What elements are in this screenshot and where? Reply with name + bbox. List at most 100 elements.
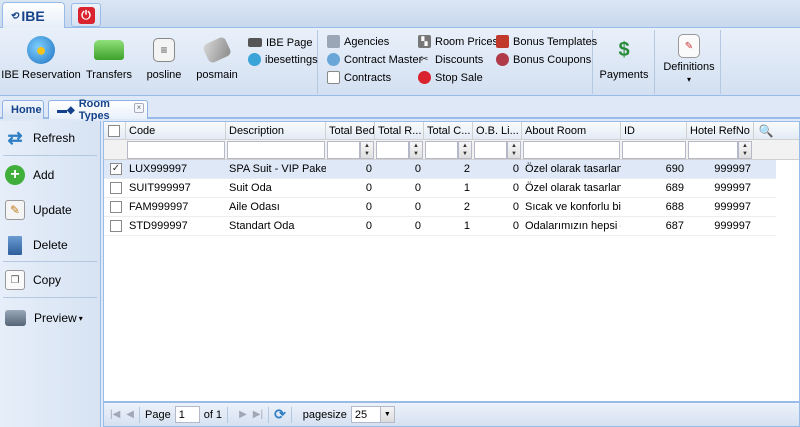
refresh-label: Refresh <box>33 131 76 145</box>
transfers-button[interactable]: Transfers <box>86 30 132 90</box>
update-button[interactable]: ✎ Update <box>5 199 72 221</box>
row-checkbox[interactable] <box>110 220 122 232</box>
hotel-refno-filter-spinner[interactable]: ▲ ▼ <box>738 141 752 159</box>
ob-li-filter-spinner[interactable]: ▲ ▼ <box>507 141 521 159</box>
total-r-filter-input[interactable] <box>376 141 409 159</box>
about-room-filter-input[interactable] <box>523 141 620 159</box>
pagesize-select[interactable]: 25 ▼ <box>350 406 395 423</box>
separator <box>3 297 97 298</box>
tab-room-types[interactable]: ▬◆ Room Types × <box>48 98 148 122</box>
discounts-button[interactable]: ✂ Discounts <box>418 51 483 68</box>
page-number-input[interactable] <box>174 406 200 423</box>
column-header-code[interactable]: Code <box>126 122 226 140</box>
contract-master-button[interactable]: Contract Master <box>327 51 422 68</box>
globe-icon: ● <box>27 36 55 64</box>
code-filter-input[interactable] <box>127 141 225 159</box>
contracts-button[interactable]: Contracts <box>327 69 391 86</box>
trash-icon <box>8 235 22 255</box>
definitions-button[interactable]: ✎ Definitions ▾ <box>660 30 718 90</box>
update-label: Update <box>33 203 72 217</box>
total-r-filter-spinner[interactable]: ▲ ▼ <box>409 141 423 159</box>
posline-button[interactable]: ≡ posline <box>145 30 183 90</box>
total-bed-filter-input[interactable] <box>327 141 360 159</box>
room-prices-button[interactable]: ▚ Room Prices <box>418 33 498 50</box>
separator <box>3 261 97 262</box>
top-tab-bar: ⟲ IBE ⏻ <box>0 0 800 29</box>
bonus-templates-label: Bonus Templates <box>513 35 598 48</box>
posmain-label: posmain <box>196 69 238 81</box>
delete-button[interactable]: Delete <box>5 234 68 256</box>
last-page-icon[interactable]: ▶| <box>253 409 263 420</box>
refresh-icon: ⇄ <box>7 127 23 148</box>
power-button[interactable]: ⏻ <box>71 3 101 27</box>
room-prices-label: Room Prices <box>435 35 498 48</box>
prev-page-icon[interactable]: ◀ <box>126 409 134 420</box>
tab-ibe[interactable]: ⟲ IBE <box>2 2 65 29</box>
document-icon <box>327 71 340 84</box>
column-header-total-bed[interactable]: Total Bed <box>326 122 375 140</box>
close-tab-icon[interactable]: × <box>134 103 144 113</box>
first-page-icon[interactable]: |◀ <box>110 409 120 420</box>
cell-ob-li: 0 <box>512 201 519 213</box>
cell-code: STD999997 <box>129 220 188 232</box>
payments-icon: $ <box>618 38 630 61</box>
agencies-button[interactable]: Agencies <box>327 33 389 50</box>
cell-about: Özel olarak tasarlan... <box>525 182 621 194</box>
tab-home[interactable]: Home <box>2 100 44 119</box>
copy-icon: ❐ <box>5 270 25 290</box>
payments-button[interactable]: $ Payments <box>599 30 649 90</box>
preview-label: Preview <box>34 311 77 325</box>
hotel-refno-filter-input[interactable] <box>688 141 738 159</box>
column-header-id[interactable]: ID <box>621 122 687 140</box>
column-header-total-r[interactable]: Total R... <box>375 122 424 140</box>
bonus-templates-button[interactable]: Bonus Templates <box>496 33 597 50</box>
column-header-total-c[interactable]: Total C... <box>424 122 473 140</box>
posmain-button[interactable]: posmain <box>196 30 238 90</box>
bonus-coupons-button[interactable]: Bonus Coupons <box>496 51 591 68</box>
cell-hotel-refno: 999997 <box>714 182 751 194</box>
column-header-hotel-refno[interactable]: Hotel RefNo <box>687 122 754 140</box>
ibe-reservation-button[interactable]: ● IBE Reservation <box>1 30 81 90</box>
ibesettings-button[interactable]: ibesettings <box>248 51 318 68</box>
stop-sale-button[interactable]: Stop Sale <box>418 69 483 86</box>
room-types-grid: Code Description Total Bed Total R... To… <box>103 121 800 402</box>
cell-total-r: 0 <box>414 220 421 232</box>
bonus-coupons-label: Bonus Coupons <box>513 53 592 66</box>
table-row[interactable]: SUIT999997 Suit Oda 0 0 1 0 Özel olarak tasarl… <box>104 179 776 198</box>
description-filter-input[interactable] <box>227 141 325 159</box>
ibesettings-label: ibesettings <box>265 53 318 66</box>
table-row[interactable]: STD999997 Standart Oda 0 0 1 0 Odalarımızın he… <box>104 217 776 236</box>
add-icon: + <box>5 165 25 185</box>
table-row[interactable]: ✓ LUX999997 SPA Suit - VIP Paket 0 0 2 0 Özel o… <box>104 160 776 179</box>
total-c-filter-spinner[interactable]: ▲ ▼ <box>458 141 472 159</box>
definitions-icon: ✎ <box>678 34 700 58</box>
column-header-description[interactable]: Description <box>226 122 326 140</box>
agency-icon <box>327 35 340 48</box>
refresh-button[interactable]: ⇄ Refresh <box>5 127 75 149</box>
row-checkbox[interactable] <box>110 201 122 213</box>
row-checkbox[interactable]: ✓ <box>110 163 122 175</box>
cell-total-bed: 0 <box>365 201 372 213</box>
search-icon[interactable]: 🔍 <box>754 123 778 139</box>
cell-description: SPA Suit - VIP Paket <box>229 163 326 175</box>
next-page-icon[interactable]: ▶ <box>239 409 247 420</box>
total-bed-filter-spinner[interactable]: ▲ ▼ <box>360 141 374 159</box>
select-all-checkbox[interactable] <box>108 125 120 137</box>
column-header-about-room[interactable]: About Room <box>522 122 621 140</box>
ibe-page-button[interactable]: IBE Page <box>248 34 312 51</box>
table-row[interactable]: FAM999997 Aile Odası 0 0 2 0 Sıcak ve konforlu… <box>104 198 776 217</box>
printer-icon <box>5 310 26 326</box>
refresh-icon[interactable]: ⟳ <box>274 406 286 423</box>
cell-total-bed: 0 <box>365 163 372 175</box>
ob-li-filter-input[interactable] <box>474 141 507 159</box>
select-all-header <box>104 122 126 140</box>
cell-id: 688 <box>665 201 684 213</box>
cell-total-c: 1 <box>463 220 470 232</box>
id-filter-input[interactable] <box>622 141 686 159</box>
total-c-filter-input[interactable] <box>425 141 458 159</box>
preview-button[interactable]: Preview ▾ <box>5 307 83 329</box>
row-checkbox[interactable] <box>110 182 122 194</box>
copy-button[interactable]: ❐ Copy <box>5 269 61 291</box>
add-button[interactable]: + Add <box>5 164 54 186</box>
column-header-ob-li[interactable]: O.B. Li... <box>473 122 522 140</box>
